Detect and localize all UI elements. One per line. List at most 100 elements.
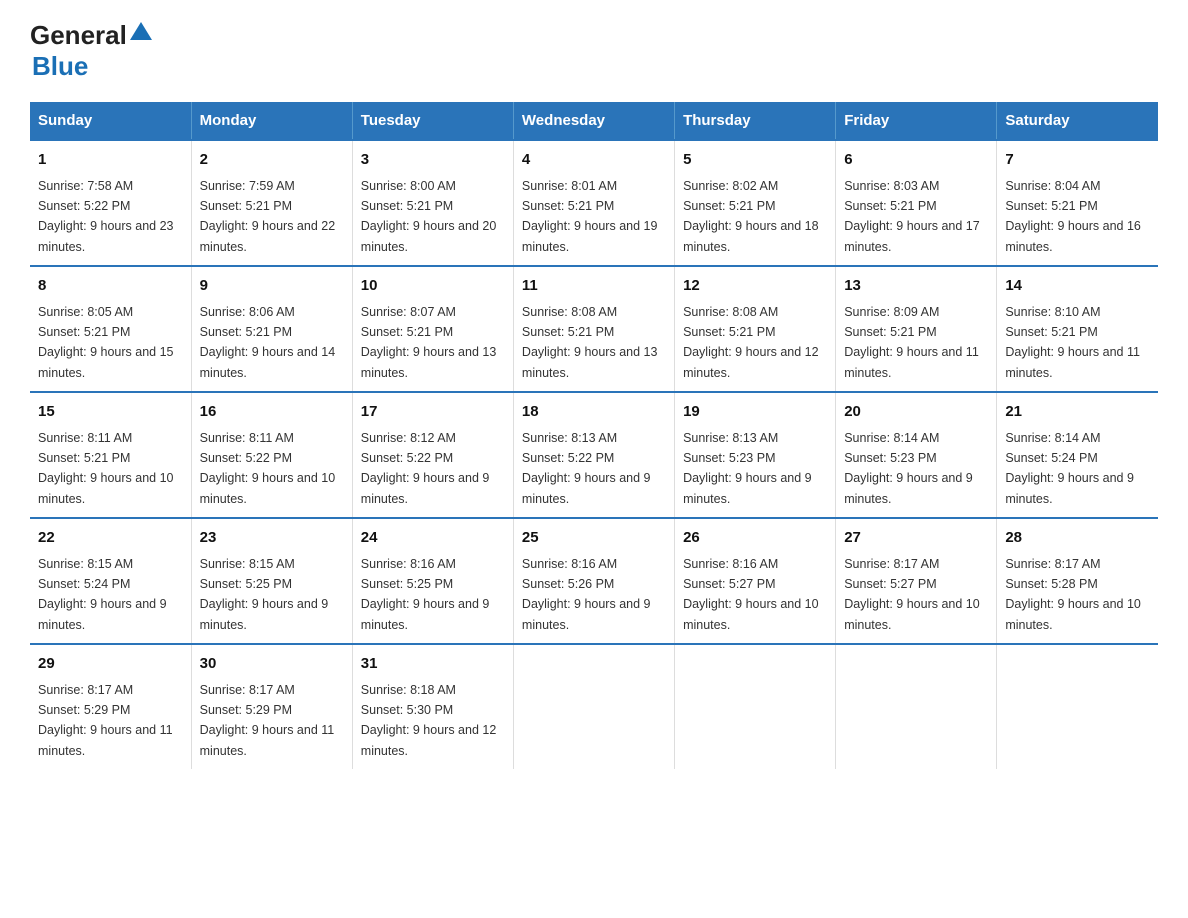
day-info: Sunrise: 8:16 AMSunset: 5:25 PMDaylight:…	[361, 557, 490, 632]
day-number: 14	[1005, 275, 1150, 298]
day-info: Sunrise: 8:13 AMSunset: 5:22 PMDaylight:…	[522, 431, 651, 506]
day-number: 17	[361, 401, 505, 424]
day-cell-10: 10 Sunrise: 8:07 AMSunset: 5:21 PMDaylig…	[352, 266, 513, 392]
day-number: 19	[683, 401, 827, 424]
day-cell-5: 5 Sunrise: 8:02 AMSunset: 5:21 PMDayligh…	[675, 140, 836, 266]
calendar-header: SundayMondayTuesdayWednesdayThursdayFrid…	[30, 102, 1158, 140]
day-number: 24	[361, 527, 505, 550]
empty-cell	[513, 644, 674, 769]
day-cell-20: 20 Sunrise: 8:14 AMSunset: 5:23 PMDaylig…	[836, 392, 997, 518]
day-cell-23: 23 Sunrise: 8:15 AMSunset: 5:25 PMDaylig…	[191, 518, 352, 644]
day-info: Sunrise: 8:17 AMSunset: 5:29 PMDaylight:…	[200, 683, 335, 758]
day-number: 5	[683, 149, 827, 172]
day-cell-14: 14 Sunrise: 8:10 AMSunset: 5:21 PMDaylig…	[997, 266, 1158, 392]
day-number: 26	[683, 527, 827, 550]
day-number: 15	[38, 401, 183, 424]
day-info: Sunrise: 8:13 AMSunset: 5:23 PMDaylight:…	[683, 431, 812, 506]
day-number: 30	[200, 653, 344, 676]
day-cell-11: 11 Sunrise: 8:08 AMSunset: 5:21 PMDaylig…	[513, 266, 674, 392]
day-info: Sunrise: 8:16 AMSunset: 5:26 PMDaylight:…	[522, 557, 651, 632]
day-number: 8	[38, 275, 183, 298]
day-cell-25: 25 Sunrise: 8:16 AMSunset: 5:26 PMDaylig…	[513, 518, 674, 644]
day-cell-19: 19 Sunrise: 8:13 AMSunset: 5:23 PMDaylig…	[675, 392, 836, 518]
day-info: Sunrise: 8:05 AMSunset: 5:21 PMDaylight:…	[38, 305, 174, 380]
day-number: 12	[683, 275, 827, 298]
day-cell-22: 22 Sunrise: 8:15 AMSunset: 5:24 PMDaylig…	[30, 518, 191, 644]
day-info: Sunrise: 8:14 AMSunset: 5:24 PMDaylight:…	[1005, 431, 1134, 506]
day-info: Sunrise: 8:16 AMSunset: 5:27 PMDaylight:…	[683, 557, 819, 632]
day-number: 29	[38, 653, 183, 676]
empty-cell	[997, 644, 1158, 769]
day-cell-31: 31 Sunrise: 8:18 AMSunset: 5:30 PMDaylig…	[352, 644, 513, 769]
day-info: Sunrise: 7:58 AMSunset: 5:22 PMDaylight:…	[38, 179, 174, 254]
col-header-sunday: Sunday	[30, 102, 191, 140]
day-number: 25	[522, 527, 666, 550]
day-info: Sunrise: 8:11 AMSunset: 5:21 PMDaylight:…	[38, 431, 174, 506]
day-info: Sunrise: 8:06 AMSunset: 5:21 PMDaylight:…	[200, 305, 336, 380]
logo-blue: Blue	[32, 51, 88, 82]
day-cell-21: 21 Sunrise: 8:14 AMSunset: 5:24 PMDaylig…	[997, 392, 1158, 518]
day-info: Sunrise: 8:08 AMSunset: 5:21 PMDaylight:…	[683, 305, 819, 380]
week-row-5: 29 Sunrise: 8:17 AMSunset: 5:29 PMDaylig…	[30, 644, 1158, 769]
day-number: 4	[522, 149, 666, 172]
week-row-2: 8 Sunrise: 8:05 AMSunset: 5:21 PMDayligh…	[30, 266, 1158, 392]
logo-general: General	[30, 20, 127, 51]
calendar-table: SundayMondayTuesdayWednesdayThursdayFrid…	[30, 102, 1158, 769]
day-cell-29: 29 Sunrise: 8:17 AMSunset: 5:29 PMDaylig…	[30, 644, 191, 769]
day-info: Sunrise: 8:00 AMSunset: 5:21 PMDaylight:…	[361, 179, 497, 254]
week-row-1: 1 Sunrise: 7:58 AMSunset: 5:22 PMDayligh…	[30, 140, 1158, 266]
day-number: 11	[522, 275, 666, 298]
day-cell-16: 16 Sunrise: 8:11 AMSunset: 5:22 PMDaylig…	[191, 392, 352, 518]
col-header-tuesday: Tuesday	[352, 102, 513, 140]
day-info: Sunrise: 8:02 AMSunset: 5:21 PMDaylight:…	[683, 179, 819, 254]
day-cell-24: 24 Sunrise: 8:16 AMSunset: 5:25 PMDaylig…	[352, 518, 513, 644]
day-info: Sunrise: 8:17 AMSunset: 5:27 PMDaylight:…	[844, 557, 980, 632]
day-number: 2	[200, 149, 344, 172]
day-number: 22	[38, 527, 183, 550]
day-cell-17: 17 Sunrise: 8:12 AMSunset: 5:22 PMDaylig…	[352, 392, 513, 518]
day-cell-27: 27 Sunrise: 8:17 AMSunset: 5:27 PMDaylig…	[836, 518, 997, 644]
day-info: Sunrise: 8:17 AMSunset: 5:29 PMDaylight:…	[38, 683, 173, 758]
day-cell-26: 26 Sunrise: 8:16 AMSunset: 5:27 PMDaylig…	[675, 518, 836, 644]
logo: General Blue	[30, 20, 152, 82]
day-cell-30: 30 Sunrise: 8:17 AMSunset: 5:29 PMDaylig…	[191, 644, 352, 769]
day-cell-3: 3 Sunrise: 8:00 AMSunset: 5:21 PMDayligh…	[352, 140, 513, 266]
empty-cell	[836, 644, 997, 769]
day-number: 9	[200, 275, 344, 298]
day-info: Sunrise: 8:07 AMSunset: 5:21 PMDaylight:…	[361, 305, 497, 380]
day-info: Sunrise: 7:59 AMSunset: 5:21 PMDaylight:…	[200, 179, 336, 254]
col-header-wednesday: Wednesday	[513, 102, 674, 140]
day-number: 18	[522, 401, 666, 424]
day-number: 20	[844, 401, 988, 424]
day-info: Sunrise: 8:14 AMSunset: 5:23 PMDaylight:…	[844, 431, 973, 506]
day-info: Sunrise: 8:18 AMSunset: 5:30 PMDaylight:…	[361, 683, 497, 758]
col-header-saturday: Saturday	[997, 102, 1158, 140]
day-info: Sunrise: 8:04 AMSunset: 5:21 PMDaylight:…	[1005, 179, 1141, 254]
day-info: Sunrise: 8:15 AMSunset: 5:24 PMDaylight:…	[38, 557, 167, 632]
page-header: General Blue	[30, 20, 1158, 82]
day-cell-13: 13 Sunrise: 8:09 AMSunset: 5:21 PMDaylig…	[836, 266, 997, 392]
day-info: Sunrise: 8:11 AMSunset: 5:22 PMDaylight:…	[200, 431, 336, 506]
day-number: 31	[361, 653, 505, 676]
day-number: 1	[38, 149, 183, 172]
day-info: Sunrise: 8:01 AMSunset: 5:21 PMDaylight:…	[522, 179, 658, 254]
day-number: 21	[1005, 401, 1150, 424]
day-number: 16	[200, 401, 344, 424]
day-cell-7: 7 Sunrise: 8:04 AMSunset: 5:21 PMDayligh…	[997, 140, 1158, 266]
day-cell-4: 4 Sunrise: 8:01 AMSunset: 5:21 PMDayligh…	[513, 140, 674, 266]
week-row-4: 22 Sunrise: 8:15 AMSunset: 5:24 PMDaylig…	[30, 518, 1158, 644]
day-cell-9: 9 Sunrise: 8:06 AMSunset: 5:21 PMDayligh…	[191, 266, 352, 392]
day-cell-6: 6 Sunrise: 8:03 AMSunset: 5:21 PMDayligh…	[836, 140, 997, 266]
day-info: Sunrise: 8:08 AMSunset: 5:21 PMDaylight:…	[522, 305, 658, 380]
day-number: 7	[1005, 149, 1150, 172]
day-number: 23	[200, 527, 344, 550]
day-info: Sunrise: 8:10 AMSunset: 5:21 PMDaylight:…	[1005, 305, 1140, 380]
empty-cell	[675, 644, 836, 769]
col-header-friday: Friday	[836, 102, 997, 140]
day-info: Sunrise: 8:09 AMSunset: 5:21 PMDaylight:…	[844, 305, 979, 380]
day-number: 13	[844, 275, 988, 298]
week-row-3: 15 Sunrise: 8:11 AMSunset: 5:21 PMDaylig…	[30, 392, 1158, 518]
day-cell-2: 2 Sunrise: 7:59 AMSunset: 5:21 PMDayligh…	[191, 140, 352, 266]
logo-triangle-icon	[130, 22, 152, 40]
day-number: 3	[361, 149, 505, 172]
